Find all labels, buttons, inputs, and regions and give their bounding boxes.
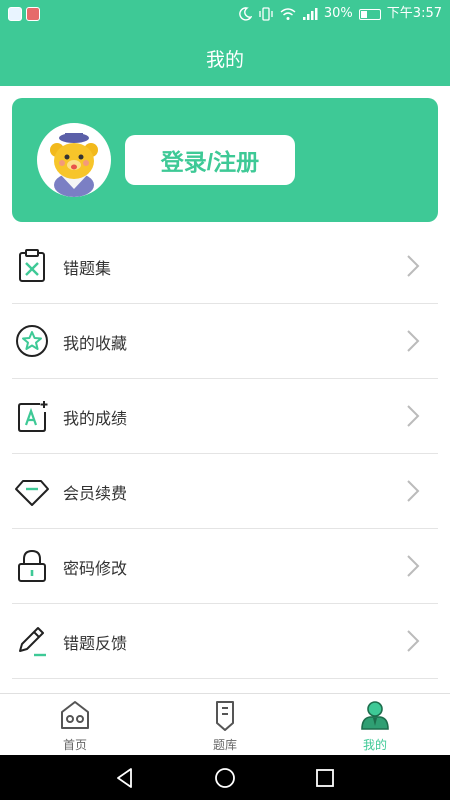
chevron-right-icon [407, 480, 420, 502]
menu-item-favorites[interactable]: 我的收藏 [12, 304, 438, 379]
tab-home[interactable]: 首页 [0, 694, 150, 756]
battery-icon [358, 8, 381, 20]
profile-card: 登录/注册 [12, 98, 438, 222]
menu-item-error-feedback[interactable]: 错题反馈 [12, 604, 438, 679]
pencil-icon [19, 627, 46, 657]
recents-icon[interactable] [313, 766, 337, 790]
tab-question-bank[interactable]: 题库 [150, 694, 300, 756]
menu-item-membership[interactable]: 会员续费 [12, 454, 438, 529]
status-bar: 30% 下午3:57 [0, 0, 450, 30]
lock-icon [18, 549, 46, 582]
moon-icon [239, 7, 252, 21]
home-button-icon[interactable] [213, 766, 237, 790]
menu-item-scores[interactable]: 我的成绩 [12, 379, 438, 454]
tab-label: 首页 [62, 738, 87, 752]
clock: 下午3:57 [386, 6, 442, 21]
chevron-right-icon [407, 330, 420, 352]
back-icon[interactable] [113, 766, 137, 790]
battery-percent: 30% [323, 6, 353, 21]
system-nav-bar [0, 755, 450, 800]
menu-item-label: 错题反馈 [63, 634, 128, 653]
clipboard-x-icon [19, 249, 45, 282]
bear-mascot-icon [50, 133, 98, 197]
chevron-right-icon [407, 555, 420, 577]
grade-a-plus-icon [18, 401, 48, 432]
bottom-tab-bar: 首页 题库 我的 [0, 693, 450, 755]
avatar[interactable] [37, 123, 111, 197]
tab-label: 题库 [212, 738, 237, 752]
chevron-right-icon [407, 630, 420, 652]
title-bar: 我的 [0, 30, 450, 86]
home-icon [61, 701, 89, 729]
diamond-icon [15, 480, 49, 506]
menu-item-change-password[interactable]: 密码修改 [12, 529, 438, 604]
login-register-button[interactable]: 登录/注册 [125, 135, 295, 185]
tab-label: 我的 [362, 738, 387, 752]
question-bank-icon [216, 701, 234, 731]
vibrate-icon [259, 7, 273, 21]
app-notification-icon [26, 7, 40, 21]
menu-item-label: 错题集 [63, 259, 112, 278]
signal-icon [302, 8, 318, 20]
menu-item-label: 我的成绩 [63, 409, 128, 428]
profile-icon [361, 701, 389, 730]
app-notification-icon [8, 7, 22, 21]
wifi-icon [280, 8, 296, 20]
menu-item-wrong-questions[interactable]: 错题集 [12, 229, 438, 304]
chevron-right-icon [407, 255, 420, 277]
menu-list: 错题集 我的收藏 我的成绩 会员续费 密码修改 错题反馈 [12, 229, 438, 679]
menu-item-label: 会员续费 [63, 484, 128, 503]
star-circle-icon [16, 325, 48, 357]
menu-item-label: 我的收藏 [63, 334, 128, 353]
menu-item-label: 密码修改 [63, 559, 128, 578]
tab-my[interactable]: 我的 [300, 694, 450, 756]
page-title: 我的 [205, 48, 244, 71]
chevron-right-icon [407, 405, 420, 427]
